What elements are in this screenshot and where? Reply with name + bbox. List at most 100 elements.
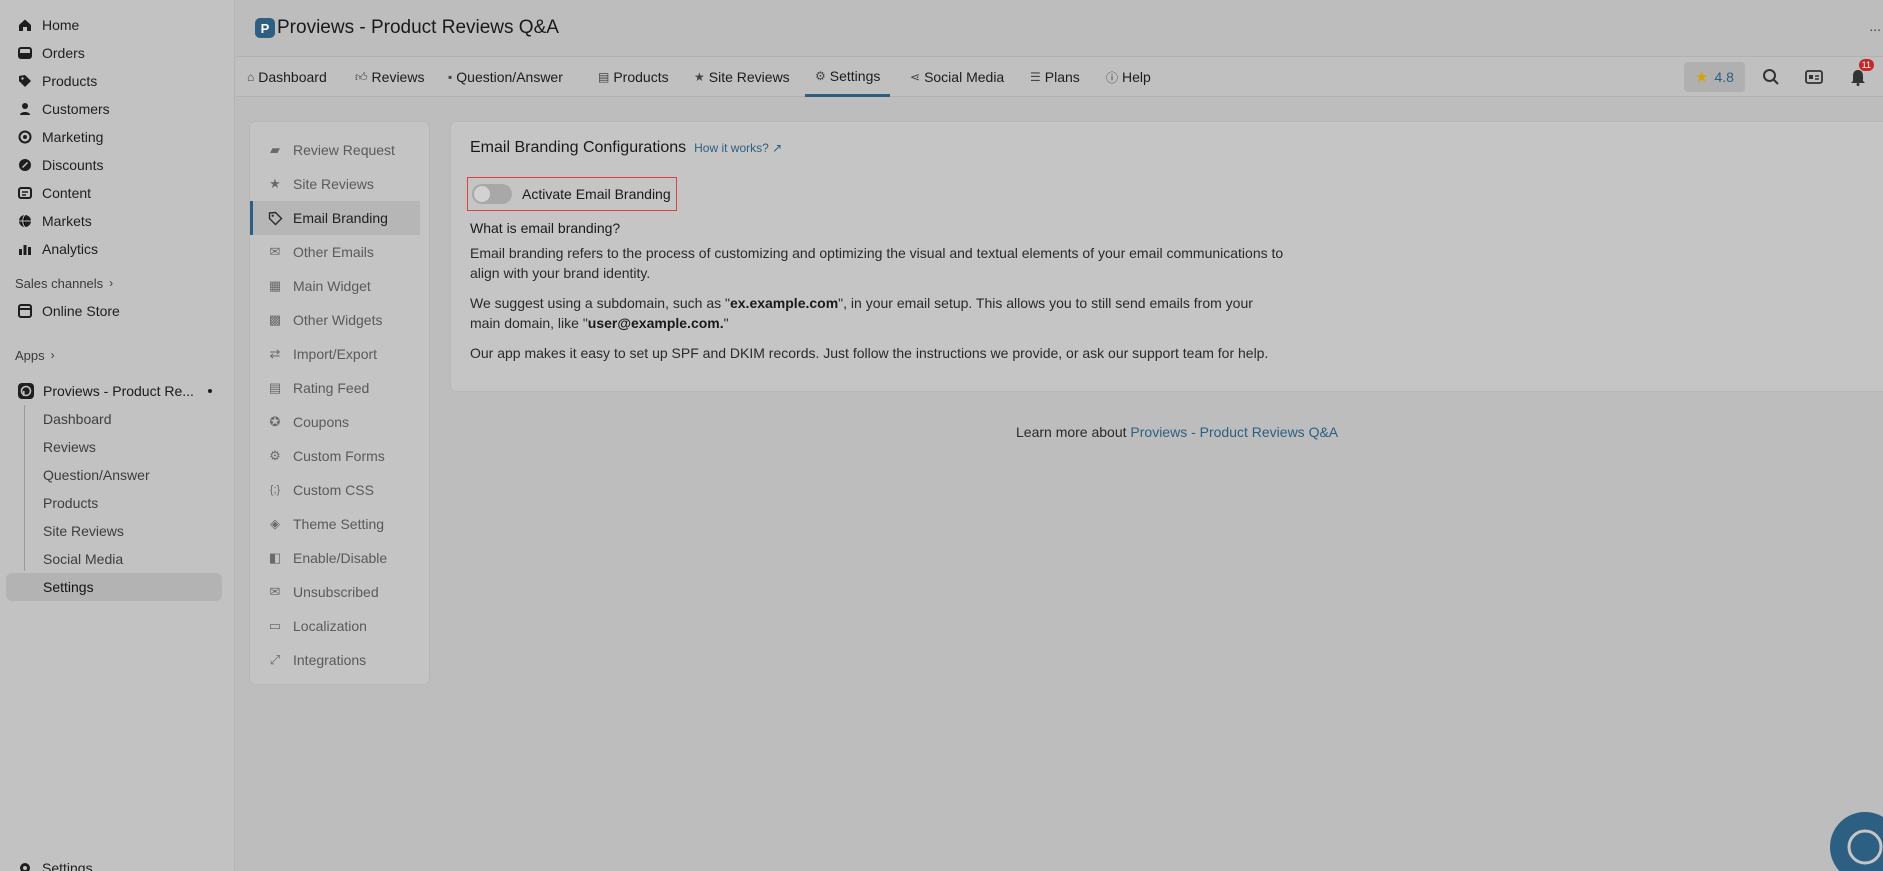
more-options-button[interactable]: ... [1869,18,1881,34]
nav-products[interactable]: Products [0,67,234,95]
activate-email-branding-toggle-row[interactable]: Activate Email Branding [467,177,677,211]
nav-home[interactable]: Home [0,11,234,39]
menu-item-import-export[interactable]: ⇄ Import/Export [250,337,429,371]
how-it-works-label: How it works? [694,141,769,155]
nav-marketing[interactable]: Marketing [0,123,234,151]
tab-site-reviews[interactable]: ★ Site Reviews [694,57,790,97]
nav-orders[interactable]: Orders [0,39,234,67]
menu-item-theme-setting[interactable]: ◈ Theme Setting [250,507,429,541]
menu-item-rating-feed[interactable]: ▤ Rating Feed [250,371,429,405]
menu-item-site-reviews[interactable]: ★ Site Reviews [250,167,429,201]
app-header: P Proviews - Product Reviews Q&A ... [236,0,1883,56]
notifications-button[interactable]: 11 [1846,59,1874,89]
star-icon: ★ [694,70,705,84]
subdomain-example: ex.example.com [729,295,839,311]
integrations-icon: ⤢ [269,652,281,667]
app-subitem-settings[interactable]: Settings [6,573,222,601]
tab-settings[interactable]: ⚙ Settings [805,57,891,97]
learn-more-footer: Learn more about Proviews - Product Revi… [1016,424,1338,440]
tab-help[interactable]: ⓘ Help [1106,57,1151,97]
description-paragraph-1: Email branding refers to the process of … [470,245,1284,281]
nav-label: Customers [42,101,110,117]
widgets-icon: ▩ [268,312,282,327]
list-icon: ▤ [598,70,610,84]
admin-settings-link[interactable]: Settings [18,860,93,871]
tab-question-answer[interactable]: ▪ Question/Answer [448,57,563,97]
menu-item-coupons[interactable]: ✪ Coupons [250,405,429,439]
menu-item-label: Email Branding [293,210,388,226]
sales-channels-label: Sales channels [15,275,104,291]
menu-item-main-widget[interactable]: ▦ Main Widget [250,269,429,303]
contact-card-button[interactable] [1802,65,1826,89]
menu-item-unsubscribed[interactable]: ✉ Unsubscribed [250,575,429,609]
menu-item-custom-css[interactable]: {;} Custom CSS [250,473,429,507]
envelope-icon: ✉ [269,244,281,259]
nav-content[interactable]: Content [0,179,234,207]
sales-channels-heading[interactable]: Sales channels › [0,269,234,297]
apps-heading[interactable]: Apps › [0,341,234,369]
tab-label: Settings [829,67,881,84]
nav-label: Online Store [42,303,120,319]
analytics-icon [19,245,31,255]
nav-label: Analytics [42,241,99,257]
chevron-right-icon: › [50,348,55,362]
menu-item-other-widgets[interactable]: ▩ Other Widgets [250,303,429,337]
menu-item-label: Enable/Disable [293,550,388,566]
menu-item-label: Theme Setting [293,516,385,532]
nav-discounts[interactable]: Discounts [0,151,234,179]
app-subitem-social-media[interactable]: Social Media [24,545,234,573]
app-subitem-dashboard[interactable]: Dashboard [24,405,234,433]
coupon-icon: ✪ [269,414,281,429]
page-title: Proviews - Product Reviews Q&A [277,17,559,38]
app-proviews[interactable]: Proviews - Product Re... [0,377,234,405]
app-subitem-products[interactable]: Products [24,489,234,517]
menu-item-email-branding[interactable]: Email Branding [250,201,420,235]
menu-item-localization[interactable]: ▭ Localization [250,609,429,643]
nav-customers[interactable]: Customers [0,95,234,123]
menu-item-integrations[interactable]: ⤢ Integrations [250,643,429,677]
tab-plans[interactable]: ☰ Plans [1030,57,1080,97]
unsubscribed-icon: ✉ [269,584,281,599]
email-branding-toggle[interactable] [472,184,512,204]
external-link-icon: ↗ [772,141,783,155]
chat-widget-button[interactable] [1830,812,1883,871]
learn-more-link[interactable]: Proviews - Product Reviews Q&A [1130,424,1338,440]
subnav-line [24,405,25,571]
card-header: Email Branding Configurations How it wor… [470,139,1864,157]
tab-label: Plans [1044,69,1080,85]
app-subitem-site-reviews[interactable]: Site Reviews [24,517,234,545]
app-subitem-question-answer[interactable]: Question/Answer [24,461,234,489]
menu-item-label: Coupons [293,414,350,430]
rating-badge[interactable]: ★ 4.8 [1684,62,1745,92]
menu-item-review-request[interactable]: ▰ Review Request [250,133,429,167]
app-subitem-reviews[interactable]: Reviews [24,433,234,461]
thumbs-up-icon: 👍︎ [355,69,368,84]
localization-icon: ▭ [268,618,282,633]
nav-online-store[interactable]: Online Store [0,297,234,325]
tab-label: Dashboard [258,69,327,85]
rating-value: 4.8 [1714,69,1734,85]
menu-item-enable-disable[interactable]: ◧ Enable/Disable [250,541,429,575]
toggle-icon: ◧ [268,550,282,565]
globe-icon [19,214,31,228]
app-subnav: Dashboard Reviews Question/Answer Produc… [6,405,234,601]
tab-dashboard[interactable]: ⌂ Dashboard [247,57,327,97]
app-tabs-bar: ⌂ Dashboard 👍︎ Reviews ▪ Question/Answer… [236,56,1883,97]
app-status-dot [207,389,212,393]
id-card-icon [1805,70,1823,84]
tab-products[interactable]: ▤ Products [598,57,669,97]
tab-reviews[interactable]: 👍︎ Reviews [355,57,424,97]
nav-markets[interactable]: Markets [0,207,234,235]
tab-label: Reviews [371,69,425,85]
how-it-works-link[interactable]: How it works? ↗ [694,141,782,155]
nav-analytics[interactable]: Analytics [0,235,234,263]
menu-item-other-emails[interactable]: ✉ Other Emails [250,235,429,269]
admin-nav-list: Home Orders Products Customers Marketing… [0,0,234,263]
tab-label: Products [613,69,669,85]
notification-count-badge: 11 [1858,59,1874,71]
tab-social-media[interactable]: ⋖ Social Media [910,57,1004,97]
para2-text-a: We suggest using a subdomain, such as " [470,295,730,311]
search-button[interactable] [1759,65,1783,89]
menu-item-custom-forms[interactable]: ⚙ Custom Forms [250,439,429,473]
widget-icon: ▦ [268,278,282,293]
